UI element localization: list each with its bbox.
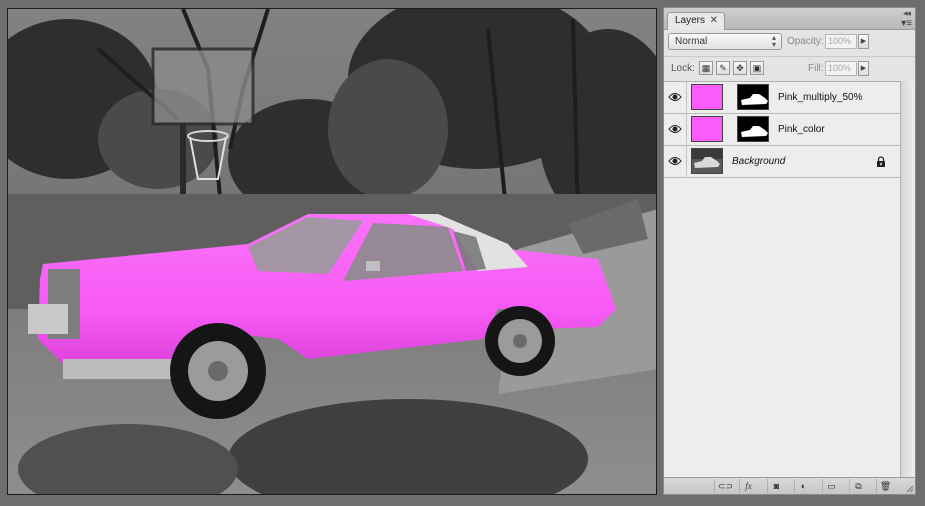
eye-icon[interactable] [668, 123, 682, 135]
trash-icon[interactable]: 🗑 [876, 479, 894, 493]
lock-fill-row: Lock: ▦ ✎ ✥ ▣ Fill: 100% ▶ [664, 56, 915, 78]
layer-name[interactable]: Background [732, 156, 785, 167]
layer-mask-thumbnail[interactable] [737, 84, 769, 110]
layer-mask-thumbnail[interactable] [737, 116, 769, 142]
layer-name[interactable]: Pink_color [778, 124, 825, 135]
lock-icon [877, 156, 885, 167]
opacity-input[interactable]: 100% [825, 34, 857, 49]
opacity-label: Opacity: [787, 36, 824, 47]
mask-link-icon[interactable] [726, 124, 735, 133]
document-canvas[interactable] [7, 8, 657, 495]
lock-position-icon[interactable]: ✥ [733, 61, 747, 75]
close-icon[interactable]: ✕ [710, 15, 718, 26]
lock-all-icon[interactable]: ▣ [750, 61, 764, 75]
opacity-slider-button[interactable]: ▶ [858, 34, 869, 49]
resize-grip-icon[interactable] [906, 485, 914, 493]
eye-icon[interactable] [668, 155, 682, 167]
fill-input[interactable]: 100% [825, 61, 857, 76]
layers-panel: Layers ✕ ◂◂ ▾≡ Normal ▴ ▾ Opacity: 100% ▶… [663, 7, 916, 495]
eye-icon[interactable] [668, 91, 682, 103]
link-layers-icon[interactable]: ⊂⊃ [714, 479, 736, 493]
layer-row-pink-color[interactable]: Pink_color [664, 114, 900, 146]
panel-tab-bar: Layers ✕ ◂◂ ▾≡ [664, 8, 915, 30]
panel-footer: ⊂⊃ fx ◙ ◐ ▭ ⧉ 🗑 [664, 477, 915, 494]
lock-label: Lock: [671, 63, 695, 74]
adjustment-layer-icon[interactable]: ◐ [794, 479, 812, 493]
layer-list: Pink_multiply_50% Pink_color Background [664, 81, 900, 477]
blend-mode-value: Normal [675, 36, 708, 47]
new-group-icon[interactable]: ▭ [822, 479, 840, 493]
panel-menu-icon[interactable]: ▾≡ [901, 18, 912, 29]
blend-mode-select[interactable]: Normal ▴ ▾ [668, 33, 782, 50]
fill-label: Fill: [808, 63, 824, 74]
stepper-arrows-icon: ▴ ▾ [771, 33, 776, 49]
layer-row-pink-multiply[interactable]: Pink_multiply_50% [664, 82, 900, 114]
layer-thumbnail[interactable] [691, 148, 723, 174]
tab-layers-label: Layers [675, 15, 706, 26]
add-mask-icon[interactable]: ◙ [767, 479, 785, 493]
layer-row-background[interactable]: Background [664, 146, 900, 178]
layer-list-scrollbar[interactable] [900, 81, 915, 477]
lock-transparent-pixels-icon[interactable]: ▦ [699, 61, 713, 75]
row-divider [686, 146, 687, 178]
fill-slider-button[interactable]: ▶ [858, 61, 869, 76]
tab-layers[interactable]: Layers ✕ [667, 12, 725, 30]
layer-thumbnail[interactable] [691, 116, 723, 142]
mask-link-icon[interactable] [726, 92, 735, 101]
new-layer-icon[interactable]: ⧉ [849, 479, 867, 493]
layer-name[interactable]: Pink_multiply_50% [778, 92, 863, 103]
row-divider [686, 114, 687, 146]
layer-style-icon[interactable]: fx [739, 479, 757, 493]
layer-thumbnail[interactable] [691, 84, 723, 110]
row-divider [686, 82, 687, 114]
blend-opacity-row: Normal ▴ ▾ Opacity: 100% ▶ [664, 31, 915, 53]
lock-image-pixels-icon[interactable]: ✎ [716, 61, 730, 75]
photo-image [8, 9, 656, 494]
